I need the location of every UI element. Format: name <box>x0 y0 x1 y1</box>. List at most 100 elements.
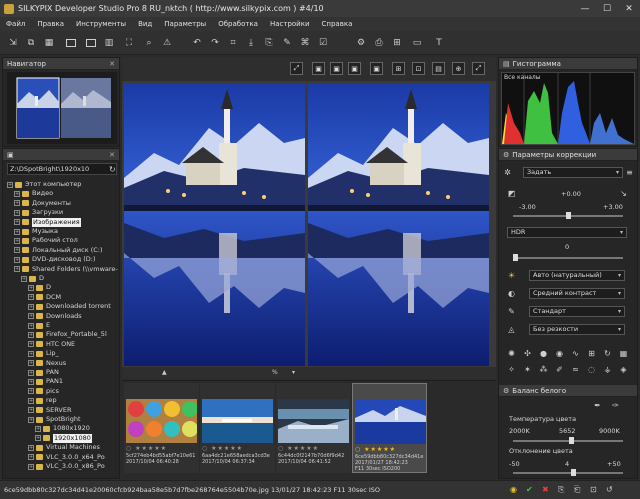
color-icon[interactable]: ✎ <box>507 307 516 316</box>
folder-tree-item[interactable]: + pics <box>28 387 59 396</box>
folder-tree-item[interactable]: + HTC ONE <box>28 340 75 349</box>
crop-icon[interactable]: ⌗ <box>226 36 240 49</box>
menu-tools[interactable]: Инструменты <box>70 20 132 28</box>
expand-toggle-icon[interactable]: + <box>14 200 20 207</box>
paste-icon[interactable]: ⎗ <box>574 485 580 495</box>
expand-toggle-icon[interactable]: + <box>28 313 34 320</box>
menu-processing[interactable]: Обработка <box>212 20 264 28</box>
menu-edit[interactable]: Правка <box>31 20 70 28</box>
menu-icon[interactable]: ≡ <box>625 168 634 177</box>
tool-tone-icon[interactable]: ● <box>539 349 548 358</box>
menu-file[interactable]: Файл <box>0 20 31 28</box>
temp-slider[interactable] <box>513 437 623 444</box>
thumbnail-mode-icon[interactable]: ▦ <box>42 36 56 49</box>
expand-toggle-icon[interactable]: + <box>28 463 34 470</box>
folder-tree-item[interactable]: + Nexus <box>28 359 66 368</box>
copy-icon[interactable]: ⎘ <box>558 485 564 495</box>
folder-tree-item[interactable]: + Загрузки <box>14 208 63 217</box>
rating-stars[interactable]: ○ ★★★★★ <box>126 445 167 452</box>
color-select[interactable]: Стандарт <box>529 306 625 317</box>
info-icon[interactable]: ⊕ <box>452 62 465 75</box>
tint-slider-knob[interactable] <box>571 469 576 476</box>
tool-grid-icon[interactable]: ⊞ <box>587 349 596 358</box>
expand-toggle-icon[interactable]: + <box>28 378 34 385</box>
folder-tree-item[interactable]: +1080x1920 <box>35 424 90 433</box>
thumbnail-item-selected[interactable]: ○ ★★★★★ 6ce59dbb80c327dc34d41e 2017/01/2… <box>352 383 427 473</box>
expand-toggle-icon[interactable]: + <box>28 303 34 310</box>
display-mode-icon[interactable]: ⧉ <box>24 36 38 49</box>
tool-pen-icon[interactable]: ✐ <box>555 365 564 374</box>
delete-icon[interactable]: ✖ <box>542 485 549 494</box>
expand-toggle-icon[interactable]: + <box>14 266 20 273</box>
tool-vignette-icon[interactable]: ◌ <box>587 365 596 374</box>
folder-tree-item[interactable]: + Shared Folders (\\vmware- <box>14 265 118 274</box>
save-icon[interactable]: ⊡ <box>590 485 597 494</box>
expand-toggle-icon[interactable]: + <box>28 360 34 367</box>
folder-tree-item[interactable]: + SpotBright <box>28 415 81 424</box>
screen-icon[interactable]: ▭ <box>410 36 424 49</box>
full-view-icon[interactable] <box>84 36 98 49</box>
expand-toggle-icon[interactable]: + <box>28 294 34 301</box>
redo-icon[interactable]: ↷ <box>208 36 222 49</box>
text-icon[interactable]: T <box>432 36 446 49</box>
folder-tree-item[interactable]: + E <box>28 321 50 330</box>
tool-lens-icon[interactable]: ✣ <box>523 349 532 358</box>
compare-view-icon[interactable]: ▥ <box>102 36 116 49</box>
exposure-slider[interactable] <box>513 212 623 219</box>
mask-icon[interactable]: ⊡ <box>412 62 425 75</box>
tool-dust-icon[interactable]: ⁂ <box>539 365 548 374</box>
view-single-icon[interactable]: ▣ <box>312 62 325 75</box>
folder-tree-item[interactable]: +1920x1080 <box>35 433 92 443</box>
expand-toggle-icon[interactable]: + <box>14 237 20 244</box>
expand-toggle-icon[interactable]: + <box>28 454 34 461</box>
menu-help[interactable]: Справка <box>316 20 359 28</box>
pin-icon[interactable]: ✕ <box>109 60 115 68</box>
contrast-icon[interactable]: ◐ <box>507 289 516 298</box>
develop-icon[interactable]: ◉ <box>510 485 517 494</box>
check-icon[interactable]: ☑ <box>316 36 330 49</box>
view-compare-icon[interactable]: ▣ <box>348 62 361 75</box>
folder-tree-item[interactable]: + Изображения <box>14 217 81 227</box>
hdr-slider-knob[interactable] <box>513 254 518 261</box>
expand-toggle-icon[interactable]: + <box>28 388 34 395</box>
folder-tree-item[interactable]: + rep <box>28 396 57 405</box>
rating-stars[interactable]: ○ ★★★★★ <box>278 445 319 452</box>
folder-tree-item[interactable]: + SERVER <box>28 406 71 415</box>
expand-toggle-icon[interactable]: + <box>14 219 20 226</box>
folder-tree-item[interactable]: + PAN1 <box>28 377 63 386</box>
white-balance-select[interactable]: Авто (натуральный) <box>529 270 625 281</box>
tool-more-icon[interactable]: ◈ <box>619 365 628 374</box>
expand-toggle-icon[interactable]: + <box>21 275 27 282</box>
exposure-slider-knob[interactable] <box>566 212 571 219</box>
folder-tree-item[interactable]: + Видео <box>14 189 53 198</box>
expand-toggle-icon[interactable]: + <box>28 284 34 291</box>
expand-toggle-icon[interactable]: + <box>14 209 20 216</box>
folder-tree-item[interactable]: + Музыка <box>14 227 58 236</box>
tool-rotate-icon[interactable]: ↻ <box>603 349 612 358</box>
tint-slider[interactable] <box>513 469 623 476</box>
folder-tree-item[interactable]: + D <box>21 274 44 283</box>
open-folder-icon[interactable]: ⇲ <box>6 36 20 49</box>
expand-toggle-icon[interactable]: + <box>28 350 34 357</box>
close-panel-icon[interactable]: ✕ <box>109 151 115 159</box>
zoom-icon[interactable]: ⌕ <box>142 36 156 49</box>
folder-tree-item[interactable]: + Документы <box>14 199 71 208</box>
zoom-label[interactable]: % <box>272 369 278 376</box>
tint-value[interactable]: 4 <box>565 460 569 468</box>
undo-icon[interactable]: ↶ <box>190 36 204 49</box>
eyedropper-alt-icon[interactable]: ✑ <box>611 401 620 410</box>
view-split-icon[interactable]: ▣ <box>330 62 343 75</box>
develop-icon[interactable]: ⤓ <box>244 36 258 49</box>
thumbnail-item[interactable]: ○ ★★★★★ 6c44dc0f2147b70d6f9d42 2017/10/0… <box>276 383 351 473</box>
expand-toggle-icon[interactable]: + <box>28 322 34 329</box>
thumbnail-item[interactable]: ○ ★★★★★ 6aa4dc21e658aedca3cd3e 2017/10/0… <box>200 383 275 473</box>
expand-toggle-icon[interactable]: + <box>28 407 34 414</box>
minimize-button[interactable]: — <box>574 0 596 17</box>
expand-toggle-icon[interactable]: + <box>14 228 20 235</box>
temp-value[interactable]: 5652 <box>559 427 576 435</box>
tool-fx-icon[interactable]: ✧ <box>507 365 516 374</box>
expand-toggle-icon[interactable]: + <box>35 425 41 432</box>
reset-icon[interactable]: ↺ <box>606 485 613 494</box>
folder-tree-item[interactable]: + VLC_3.0.0_x86_Po <box>28 462 105 471</box>
folder-tree-item[interactable]: + Этот компьютер <box>7 180 81 189</box>
